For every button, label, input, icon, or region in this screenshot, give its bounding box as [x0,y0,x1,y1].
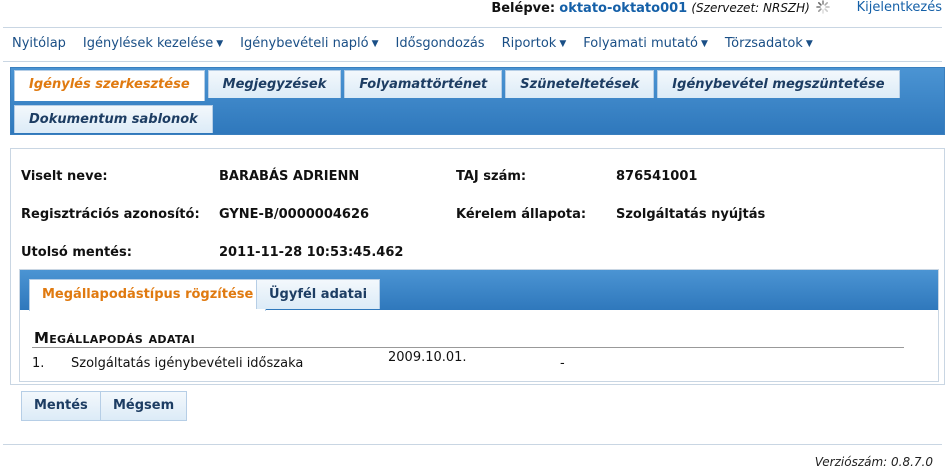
menu-item-nyitolap[interactable]: Nyitólap [3,28,74,60]
loading-spinner-icon [816,0,830,14]
save-button[interactable]: Mentés [21,391,101,421]
login-info: Belépve: oktato-oktato001 (Szervezet: NR… [491,0,830,16]
tab-szuneteltetesek[interactable]: Szüneteltetések [505,70,655,98]
service-period-to: - [560,356,565,371]
tab-megallapodastipus-rogzitese[interactable]: Megállapodástípus rögzítése [29,279,267,311]
caret-down-icon: ▼ [371,39,379,49]
login-label: Belépve: [491,1,556,16]
last-saved-label: Utolsó mentés: [21,245,132,260]
main-menu: Nyitólap Igénylések kezelése ▼ Igénybevét… [3,27,942,62]
footer-divider [3,444,942,445]
caret-down-icon: ▼ [701,39,708,49]
name-value: BARABÁS ADRIENN [219,169,360,184]
last-saved-value: 2011-11-28 10:53:45.462 [219,245,404,260]
agreement-tabs: Megállapodástípus rögzítése Ügyfél adata… [20,270,938,311]
name-label: Viselt neve: [21,169,108,184]
agreement-panel: Megállapodástípus rögzítése Ügyfél adata… [19,269,939,382]
taj-value: 876541001 [616,169,698,184]
cancel-button[interactable]: Mégsem [100,391,188,421]
tab-megjegyzesek[interactable]: Megjegyzések [207,70,342,98]
request-status-value: Szolgáltatás nyújtás [616,207,766,222]
tab-ugyfel-adatai[interactable]: Ügyfél adatai [256,279,381,309]
registration-id-label: Regisztrációs azonosító: [21,207,200,222]
tab-dokumentum-sablonok[interactable]: Dokumentum sablonok [14,105,213,133]
menu-item-idosgondozas[interactable]: Idősgondozás [387,28,493,60]
organization-label: (Szervezet: NRSZH) [691,1,810,15]
tab-folyamattortenet[interactable]: Folyamattörténet [344,70,503,98]
user-name[interactable]: oktato-oktato001 [559,1,687,16]
row-number: 1. [32,356,45,371]
service-period-from: 2009.10.01. [388,350,467,365]
menu-item-riportok[interactable]: Riportok ▼ [493,28,575,60]
caret-down-icon: ▼ [805,39,813,49]
menu-item-folyamati-mutato[interactable]: Folyamati mutató ▼ [574,28,716,60]
agreement-section-title: Megállapodás adatai [34,329,195,347]
top-bar: Belépve: oktato-oktato001 (Szervezet: NR… [0,0,945,22]
menu-item-igenybeveteli-naplo[interactable]: Igénybevételi napló ▼ [231,28,386,60]
tab-igenyles-szerkesztese[interactable]: Igénylés szerkesztése [14,70,205,101]
logout-link[interactable]: Kijelentkezés [857,0,942,15]
request-status-label: Kérelem állapota: [456,207,587,222]
section-divider [32,347,904,348]
tab-igenybevetel-megszuntetese[interactable]: Igénybevétel megszüntetése [657,70,900,98]
record-panel: Viselt neve: BARABÁS ADRIENN TAJ szám: 8… [10,148,945,385]
taj-label: TAJ szám: [456,169,527,184]
menu-item-igenylesek[interactable]: Igénylések kezelése ▼ [74,28,231,60]
registration-id-value: GYNE-B/0000004626 [219,207,370,222]
version-label: Verziószám: 0.8.7.0 [814,455,933,469]
caret-down-icon: ▼ [559,39,567,49]
service-period-label: Szolgáltatás igénybevételi időszaka [71,356,304,371]
record-tabs: Igénylés szerkesztése Megjegyzések Folya… [10,67,945,135]
caret-down-icon: ▼ [216,39,224,49]
menu-item-torzsadatok[interactable]: Törzsadatok ▼ [716,28,821,60]
